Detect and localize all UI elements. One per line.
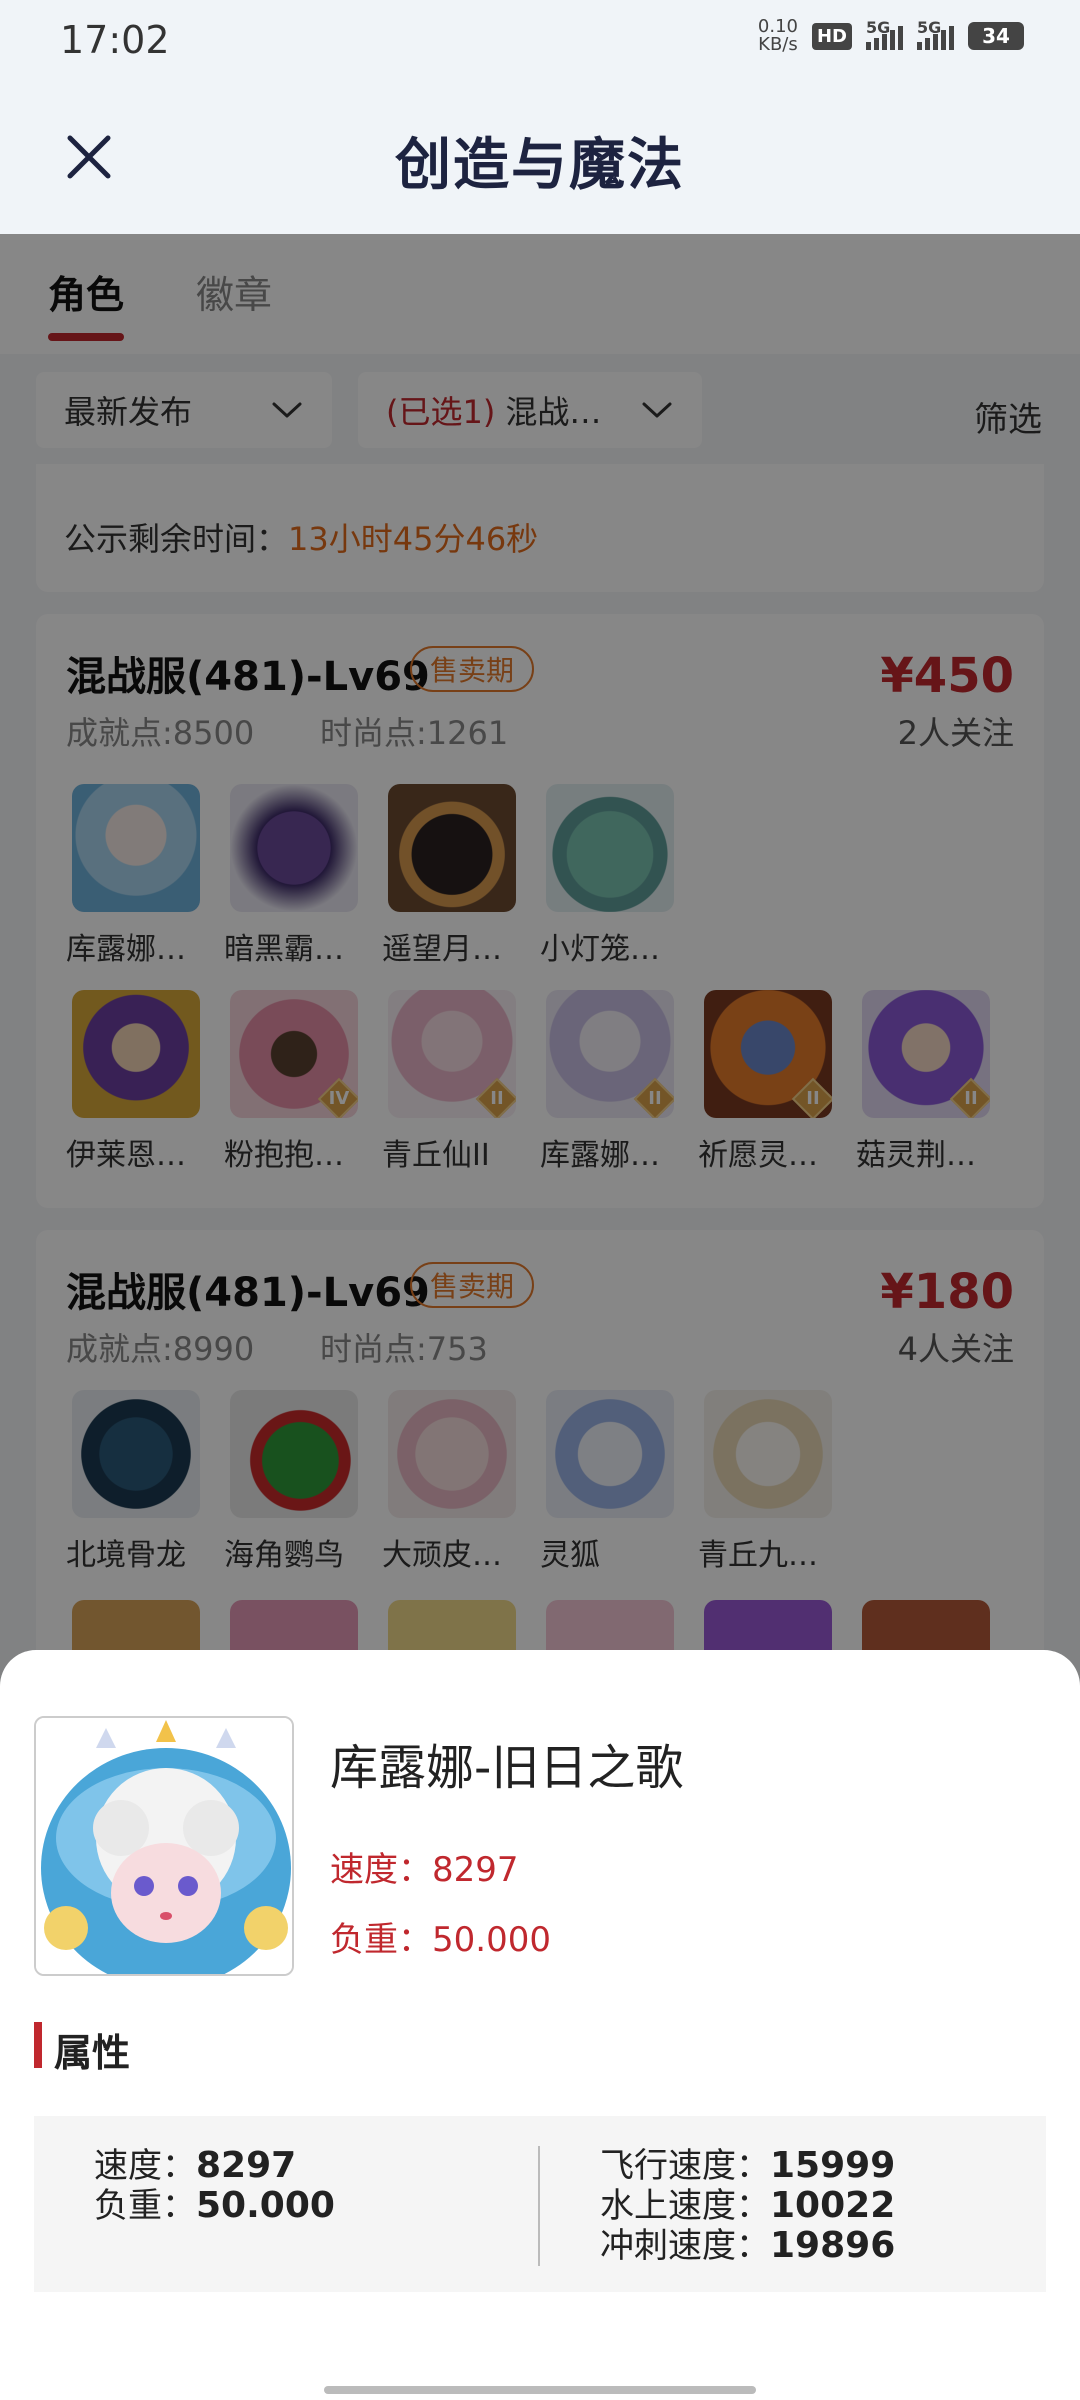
- attr-row: 水上速度：10022: [600, 2185, 896, 2227]
- attr-value: 8297: [196, 2145, 297, 2186]
- attr-row: 冲刺速度：19896: [600, 2225, 896, 2267]
- pet-portrait-image: [36, 1718, 292, 1974]
- attr-row: 速度：8297: [94, 2145, 335, 2187]
- header: 创造与魔法: [0, 80, 1080, 234]
- home-indicator[interactable]: [324, 2386, 756, 2394]
- attr-row: 飞行速度：15999: [600, 2145, 896, 2187]
- attributes-right: 飞行速度：15999 水上速度：10022 冲刺速度：19896: [600, 2145, 896, 2267]
- attr-value: 19896: [770, 2225, 896, 2266]
- pet-portrait: [34, 1716, 294, 1976]
- battery-icon: 34: [968, 22, 1024, 50]
- signal-icon-2: 5G: [917, 18, 954, 50]
- pet-load: 负重：50.000: [330, 1920, 551, 1960]
- pet-title: 库露娜-旧日之歌: [330, 1740, 684, 1796]
- attr-row: 负重：50.000: [94, 2185, 335, 2227]
- attr-value: 15999: [770, 2145, 896, 2186]
- status-bar: 17:02 0.10 KB/s HD 5G 5G 34: [0, 0, 1080, 80]
- attributes-panel: 速度：8297 负重：50.000 飞行速度：15999 水上速度：10022 …: [34, 2116, 1046, 2292]
- attributes-left: 速度：8297 负重：50.000: [94, 2145, 335, 2227]
- status-icons: 0.10 KB/s HD 5G 5G 34: [758, 18, 1024, 54]
- network-speed-unit: KB/s: [758, 34, 798, 55]
- signal-label-2: 5G: [917, 18, 942, 37]
- page-title: 创造与魔法: [395, 133, 685, 198]
- attr-label: 负重：: [94, 2186, 196, 2226]
- pet-speed: 速度：8297: [330, 1850, 519, 1890]
- attr-label: 水上速度：: [600, 2186, 770, 2226]
- attr-value: 50.000: [196, 2185, 335, 2226]
- divider: [538, 2146, 540, 2266]
- section-marker: [34, 2022, 42, 2068]
- attr-label: 速度：: [94, 2146, 196, 2186]
- pet-detail-sheet: 库露娜-旧日之歌 速度：8297 负重：50.000 属性 速度：8297 负重…: [0, 1650, 1080, 2400]
- status-time: 17:02: [60, 18, 170, 62]
- signal-label: 5G: [866, 18, 891, 37]
- attr-label: 冲刺速度：: [600, 2226, 770, 2266]
- attr-value: 10022: [770, 2185, 896, 2226]
- section-title: 属性: [54, 2031, 131, 2075]
- hd-icon: HD: [811, 22, 852, 50]
- network-speed: 0.10 KB/s: [758, 18, 798, 54]
- attr-label: 飞行速度：: [600, 2146, 770, 2186]
- signal-icon: 5G: [866, 18, 903, 50]
